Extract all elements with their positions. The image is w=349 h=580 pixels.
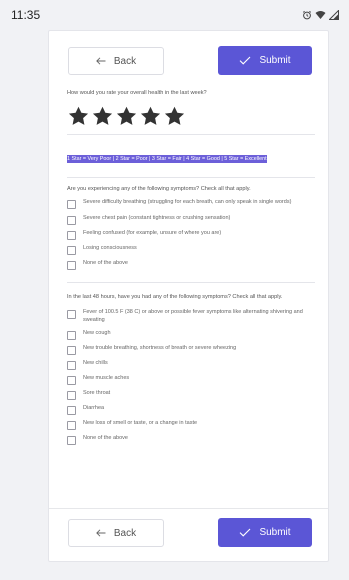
option-label: Severe chest pain (constant tightness or… — [83, 215, 231, 221]
option-label: None of the above — [83, 260, 128, 266]
symptoms-48h-question: In the last 48 hours, have you had any o… — [67, 294, 283, 300]
arrow-left-icon — [96, 57, 106, 65]
alarm-icon — [302, 10, 312, 20]
checkbox[interactable] — [67, 391, 76, 400]
checkbox[interactable] — [67, 436, 76, 445]
submit-label: Submit — [259, 527, 291, 538]
symptoms-now-question: Are you experiencing any of the followin… — [67, 186, 251, 192]
checkbox-option[interactable]: None of the above — [67, 260, 315, 270]
top-nav-bar: Back Submit — [49, 31, 328, 85]
option-label: New chills — [83, 360, 108, 366]
checkbox-option[interactable]: New trouble breathing, shortness of brea… — [67, 345, 315, 355]
checkbox[interactable] — [67, 261, 76, 270]
survey-content: How would you rate your overall health i… — [67, 89, 315, 445]
wifi-icon — [315, 11, 326, 19]
symptoms-48h-section: In the last 48 hours, have you had any o… — [67, 293, 315, 445]
option-label: Losing consciousness — [83, 245, 137, 251]
rating-section: How would you rate your overall health i… — [67, 89, 315, 178]
checkbox-option[interactable]: New chills — [67, 360, 315, 370]
checkbox[interactable] — [67, 421, 76, 430]
bottom-nav-bar: Back Submit — [49, 508, 328, 561]
rating-legend: 1 Star = Very Poor | 2 Star = Poor | 3 S… — [67, 155, 267, 163]
option-label: New muscle aches — [83, 375, 130, 381]
checkbox-option[interactable]: None of the above — [67, 435, 315, 445]
star-icon[interactable] — [116, 106, 137, 126]
checkmark-icon — [240, 528, 251, 537]
checkbox-option[interactable]: Feeling confused (for example, unsure of… — [67, 230, 315, 240]
arrow-left-icon — [96, 529, 106, 537]
checkbox-option[interactable]: Severe chest pain (constant tightness or… — [67, 215, 315, 225]
back-button-top[interactable]: Back — [68, 47, 164, 75]
option-label: Feeling confused (for example, unsure of… — [83, 230, 222, 236]
status-bar: 11:35 — [0, 0, 349, 30]
submit-label: Submit — [259, 55, 291, 66]
checkbox[interactable] — [67, 231, 76, 240]
option-label: New cough — [83, 330, 111, 336]
back-label: Back — [113, 55, 137, 67]
checkbox[interactable] — [67, 216, 76, 225]
rating-legend-wrap: 1 Star = Very Poor | 2 Star = Poor | 3 S… — [67, 151, 309, 164]
option-label: New trouble breathing, shortness of brea… — [83, 345, 237, 351]
option-label: Sore throat — [83, 390, 111, 396]
checkbox[interactable] — [67, 406, 76, 415]
checkbox-option[interactable]: Fever of 100.5 F (38 C) or above or poss… — [67, 309, 315, 324]
back-button-bottom[interactable]: Back — [68, 519, 164, 547]
status-time: 11:35 — [11, 8, 41, 22]
option-label: New loss of smell or taste, or a change … — [83, 420, 198, 426]
option-label: Severe difficulty breathing (struggling … — [83, 199, 292, 205]
checkbox-option[interactable]: New muscle aches — [67, 375, 315, 385]
section-divider — [67, 282, 315, 283]
section-divider — [67, 134, 315, 135]
star-icon[interactable] — [92, 106, 113, 126]
checkbox[interactable] — [67, 346, 76, 355]
submit-button-top[interactable]: Submit — [218, 46, 312, 75]
checkbox[interactable] — [67, 376, 76, 385]
signal-icon — [329, 10, 339, 20]
star-icon[interactable] — [68, 106, 89, 126]
symptoms-now-section: Are you experiencing any of the followin… — [67, 185, 315, 283]
star-rating — [68, 106, 315, 126]
checkbox-option[interactable]: New cough — [67, 330, 315, 340]
checkmark-icon — [240, 56, 251, 65]
status-icons — [302, 10, 339, 20]
checkbox-option[interactable]: Losing consciousness — [67, 245, 315, 255]
checkbox-option[interactable]: Diarrhea — [67, 405, 315, 415]
option-label: Fever of 100.5 F (38 C) or above or poss… — [83, 309, 303, 323]
star-icon[interactable] — [164, 106, 185, 126]
submit-button-bottom[interactable]: Submit — [218, 518, 312, 547]
survey-card: Back Submit How would you rate your over… — [48, 30, 329, 562]
checkbox[interactable] — [67, 331, 76, 340]
checkbox-option[interactable]: New loss of smell or taste, or a change … — [67, 420, 315, 430]
checkbox[interactable] — [67, 310, 76, 319]
checkbox[interactable] — [67, 246, 76, 255]
checkbox[interactable] — [67, 361, 76, 370]
section-divider — [67, 177, 315, 178]
back-label: Back — [113, 527, 137, 539]
checkbox[interactable] — [67, 200, 76, 209]
checkbox-option[interactable]: Sore throat — [67, 390, 315, 400]
checkbox-option[interactable]: Severe difficulty breathing (struggling … — [67, 199, 315, 209]
star-icon[interactable] — [140, 106, 161, 126]
option-label: None of the above — [83, 435, 128, 441]
option-label: Diarrhea — [83, 405, 105, 411]
rating-question: How would you rate your overall health i… — [67, 90, 207, 96]
